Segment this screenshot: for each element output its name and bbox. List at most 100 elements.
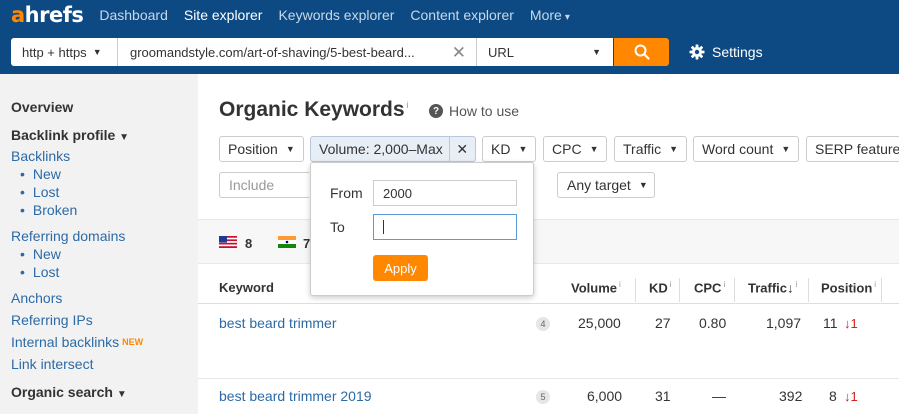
country-bar: 8 7	[198, 219, 899, 264]
sidebar-sub-label: Lost	[32, 184, 60, 200]
filter-volume[interactable]: Volume: 2,000–Max ✕	[310, 136, 476, 162]
column-kd[interactable]: KD i	[649, 280, 672, 295]
filter-label: CPC	[552, 141, 582, 157]
sidebar-item-referring-domains[interactable]: Referring domains	[0, 227, 198, 245]
keyword-link[interactable]: best beard trimmer	[219, 315, 336, 331]
column-divider	[635, 278, 636, 302]
question-icon: ?	[429, 104, 443, 118]
volume-value: 6,000	[587, 388, 623, 404]
column-cpc[interactable]: CPC i	[694, 280, 725, 295]
serp-features-badge[interactable]: 4	[536, 317, 550, 331]
volume-filter-popup: From 2000 To Apply	[310, 162, 534, 296]
protocol-value: http + https	[22, 44, 87, 60]
apply-button[interactable]: Apply	[373, 255, 428, 281]
filter-traffic[interactable]: Traffic ▼	[614, 136, 688, 162]
sidebar-item-anchors[interactable]: Anchors	[0, 289, 198, 307]
to-label: To	[330, 219, 345, 235]
sidebar-item-referring-ips[interactable]: Referring IPs	[0, 311, 198, 329]
filter-word-count[interactable]: Word count ▼	[693, 136, 800, 162]
sidebar-sub-label: Broken	[32, 202, 78, 218]
table-row: best beard trimmer 4 25,000 27 0.80 1,09…	[198, 305, 899, 379]
filter-label: Word count	[702, 141, 774, 157]
from-input[interactable]: 2000	[373, 180, 517, 206]
main-content: Organic Keywords i ? How to use Position ▼ …	[198, 74, 899, 414]
chevron-down-icon: ▼	[781, 144, 791, 154]
column-volume[interactable]: Volume i	[571, 280, 621, 295]
sidebar-item-link-intersect[interactable]: Link intersect	[0, 355, 198, 373]
target-select[interactable]: Any target ▼	[557, 172, 655, 198]
clear-icon[interactable]: ✕	[452, 43, 466, 63]
sidebar-sub-label: Lost	[32, 264, 60, 280]
nav-content-explorer[interactable]: Content explorer	[410, 7, 514, 23]
target-label: Any target	[567, 177, 631, 193]
sidebar-item-organic-search[interactable]: Organic search ▼	[0, 383, 198, 404]
search-button[interactable]	[614, 38, 669, 66]
nav-dashboard[interactable]: Dashboard	[99, 7, 168, 23]
chevron-down-icon: ▼	[669, 144, 679, 154]
sidebar-item-backlinks-new[interactable]: • New	[0, 165, 198, 183]
column-position[interactable]: Position i	[821, 280, 876, 295]
us-flag-icon[interactable]	[219, 236, 237, 248]
sidebar-item-backlinks-lost[interactable]: • Lost	[0, 183, 198, 201]
india-flag-icon[interactable]	[278, 236, 296, 248]
sidebar-item-backlinks-broken[interactable]: • Broken	[0, 201, 198, 219]
kd-value: 31	[655, 388, 671, 404]
traffic-value[interactable]: 392	[779, 388, 802, 404]
sidebar-section-label: Organic search	[11, 384, 113, 400]
table-row: best beard trimmer 2019 5 6,000 31 — 392…	[198, 379, 899, 414]
sidebar-item-referring-lost[interactable]: • Lost	[0, 263, 198, 281]
ahrefs-logo[interactable]: ahrefs	[11, 4, 84, 26]
chevron-down-icon: ▾	[564, 12, 570, 23]
nav-keywords-explorer[interactable]: Keywords explorer	[278, 7, 394, 23]
filter-cpc[interactable]: CPC ▼	[543, 136, 608, 162]
column-divider	[679, 278, 680, 302]
protocol-select[interactable]: http + https ▼	[11, 38, 118, 66]
how-to-use-link[interactable]: ? How to use	[429, 103, 519, 119]
include-placeholder: Include	[229, 177, 275, 193]
serp-features-badge[interactable]: 5	[536, 390, 550, 404]
mode-select[interactable]: URL ▼	[477, 38, 613, 66]
close-icon[interactable]: ✕	[448, 137, 475, 161]
info-icon: i	[874, 280, 877, 289]
settings-label: Settings	[712, 44, 763, 60]
filter-position[interactable]: Position ▼	[219, 136, 304, 162]
chevron-down-icon: ▼	[119, 132, 130, 143]
info-icon[interactable]: i	[407, 100, 409, 110]
country-count: 8	[245, 236, 253, 251]
column-label: KD	[649, 280, 668, 296]
sort-desc-icon: ↓	[787, 280, 794, 296]
column-traffic[interactable]: Traffic↓ i	[748, 280, 797, 295]
sidebar-item-referring-new[interactable]: • New	[0, 245, 198, 263]
traffic-value[interactable]: 1,097	[766, 315, 801, 331]
filter-kd[interactable]: KD ▼	[482, 136, 537, 162]
sidebar-item-overview[interactable]: Overview	[0, 98, 198, 116]
search-bar: http + https ▼ groomandstyle.com/art-of-…	[0, 30, 899, 74]
cpc-value: —	[712, 388, 726, 404]
from-value: 2000	[383, 185, 412, 201]
sidebar-sub-label: New	[32, 246, 61, 262]
filter-serp-features[interactable]: SERP features	[806, 136, 899, 162]
keyword-link[interactable]: best beard trimmer 2019	[219, 388, 372, 404]
column-keyword[interactable]: Keyword	[219, 280, 274, 295]
kd-value: 27	[655, 315, 671, 331]
bullet-icon: •	[20, 166, 25, 182]
cpc-value: 0.80	[699, 315, 727, 331]
sidebar-item-internal-backlinks[interactable]: Internal backlinks NEW	[0, 333, 198, 351]
chevron-down-icon: ▼	[518, 144, 528, 154]
position-change: ↓1	[844, 389, 858, 404]
chevron-down-icon: ▼	[589, 144, 599, 154]
chevron-down-icon: ▼	[116, 389, 127, 400]
column-divider	[881, 278, 882, 302]
nav-more[interactable]: More ▾	[530, 7, 570, 23]
url-input[interactable]: groomandstyle.com/art-of-shaving/5-best-…	[118, 38, 477, 66]
info-icon: i	[669, 280, 672, 289]
sidebar-item-backlink-profile[interactable]: Backlink profile ▼	[0, 126, 198, 147]
to-input[interactable]	[373, 214, 517, 240]
nav-site-explorer[interactable]: Site explorer	[184, 7, 263, 23]
from-label: From	[330, 185, 363, 201]
include-input[interactable]: Include	[219, 172, 309, 198]
filter-label: Position	[228, 141, 278, 157]
sidebar-item-backlinks[interactable]: Backlinks	[0, 147, 198, 165]
settings-button[interactable]: Settings	[689, 38, 763, 66]
sidebar-sub-label: New	[32, 166, 61, 182]
